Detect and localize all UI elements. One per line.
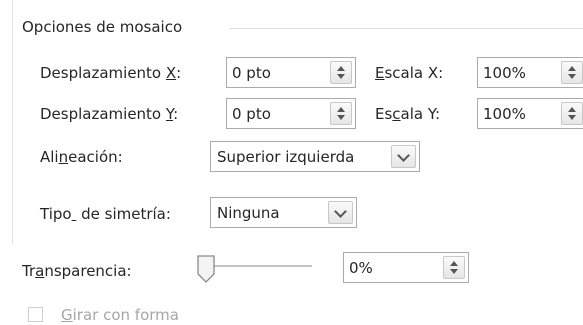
chevron-down-icon[interactable] [328, 201, 353, 224]
offset-y-spinner[interactable]: 0 pto [226, 98, 356, 129]
transparency-spinner[interactable]: 0% [343, 252, 469, 283]
rotate-with-shape-checkbox[interactable] [28, 307, 43, 322]
transparency-label: Transparencia: [22, 262, 132, 280]
spinner-up-down-icon[interactable] [561, 102, 583, 125]
offset-x-label: Desplazamiento X: [40, 64, 182, 82]
offset-y-label: Desplazamiento Y: [40, 105, 179, 123]
rotate-with-shape-label: Girar con forma [61, 306, 179, 324]
scale-y-label: Escala Y: [375, 105, 441, 123]
spinner-up-down-icon[interactable] [561, 61, 583, 84]
scale-y-value[interactable]: 100% [483, 104, 526, 124]
transparency-slider-track[interactable] [204, 265, 312, 267]
mirror-type-label: Tipo de simetría: [40, 205, 171, 223]
alignment-dropdown[interactable]: Superior izquierda [210, 141, 420, 172]
spinner-up-down-icon[interactable] [330, 102, 352, 125]
slider-thumb-icon[interactable] [196, 254, 216, 284]
scale-x-value[interactable]: 100% [483, 63, 526, 83]
mirror-type-value[interactable]: Ninguna [217, 203, 280, 223]
alignment-value[interactable]: Superior izquierda [217, 147, 354, 167]
scale-x-label: Escala X: [375, 64, 444, 82]
alignment-label: Alineación: [40, 148, 123, 166]
offset-x-spinner[interactable]: 0 pto [226, 57, 356, 88]
group-title: Opciones de mosaico [22, 17, 189, 37]
transparency-value[interactable]: 0% [349, 258, 373, 278]
chevron-down-icon[interactable] [391, 145, 416, 168]
mirror-type-dropdown[interactable]: Ninguna [210, 197, 357, 228]
offset-y-value[interactable]: 0 pto [232, 104, 271, 124]
scale-x-spinner[interactable]: 100% [477, 57, 583, 88]
scale-y-spinner[interactable]: 100% [477, 98, 583, 129]
offset-x-value[interactable]: 0 pto [232, 63, 271, 83]
group-divider [230, 28, 583, 29]
panel-left-border [12, 0, 13, 245]
spinner-up-down-icon[interactable] [330, 61, 352, 84]
spinner-up-down-icon[interactable] [443, 256, 465, 279]
